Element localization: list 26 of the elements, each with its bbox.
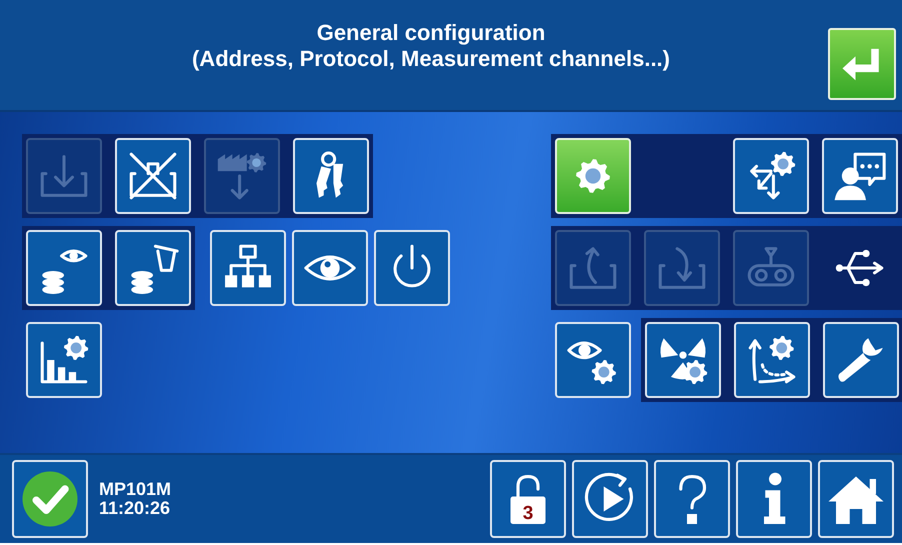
database-trash-button[interactable] <box>115 230 191 306</box>
network-button[interactable] <box>210 230 286 306</box>
clock-time: 11:20:26 <box>99 499 172 518</box>
lock-number: 3 <box>522 504 534 524</box>
crossed-tray-button[interactable] <box>115 138 191 214</box>
device-name: MP101M <box>99 480 172 499</box>
radiation-gear-button[interactable] <box>645 322 721 398</box>
home-button[interactable] <box>818 460 894 538</box>
info-button[interactable] <box>736 460 812 538</box>
play-circle-button[interactable] <box>572 460 648 538</box>
curve-gear-button[interactable] <box>734 322 810 398</box>
database-eye-button[interactable] <box>26 230 102 306</box>
power-button[interactable] <box>374 230 450 306</box>
title-line: General configuration <box>316 20 546 46</box>
eye-button[interactable] <box>292 230 368 306</box>
status-button[interactable] <box>12 460 88 538</box>
eye-gear-button[interactable] <box>555 322 631 398</box>
gear-arrows-button[interactable] <box>733 138 809 214</box>
padlock-button[interactable]: 3 <box>490 460 566 538</box>
enter-button[interactable] <box>828 28 896 100</box>
chart-gear-button[interactable] <box>26 322 102 398</box>
gear-button[interactable] <box>555 138 631 214</box>
user-chat-button[interactable] <box>822 138 898 214</box>
wrench-button[interactable] <box>823 322 899 398</box>
help-button[interactable] <box>654 460 730 538</box>
title-line: (Address, Protocol, Measurement channels...) <box>190 46 671 72</box>
